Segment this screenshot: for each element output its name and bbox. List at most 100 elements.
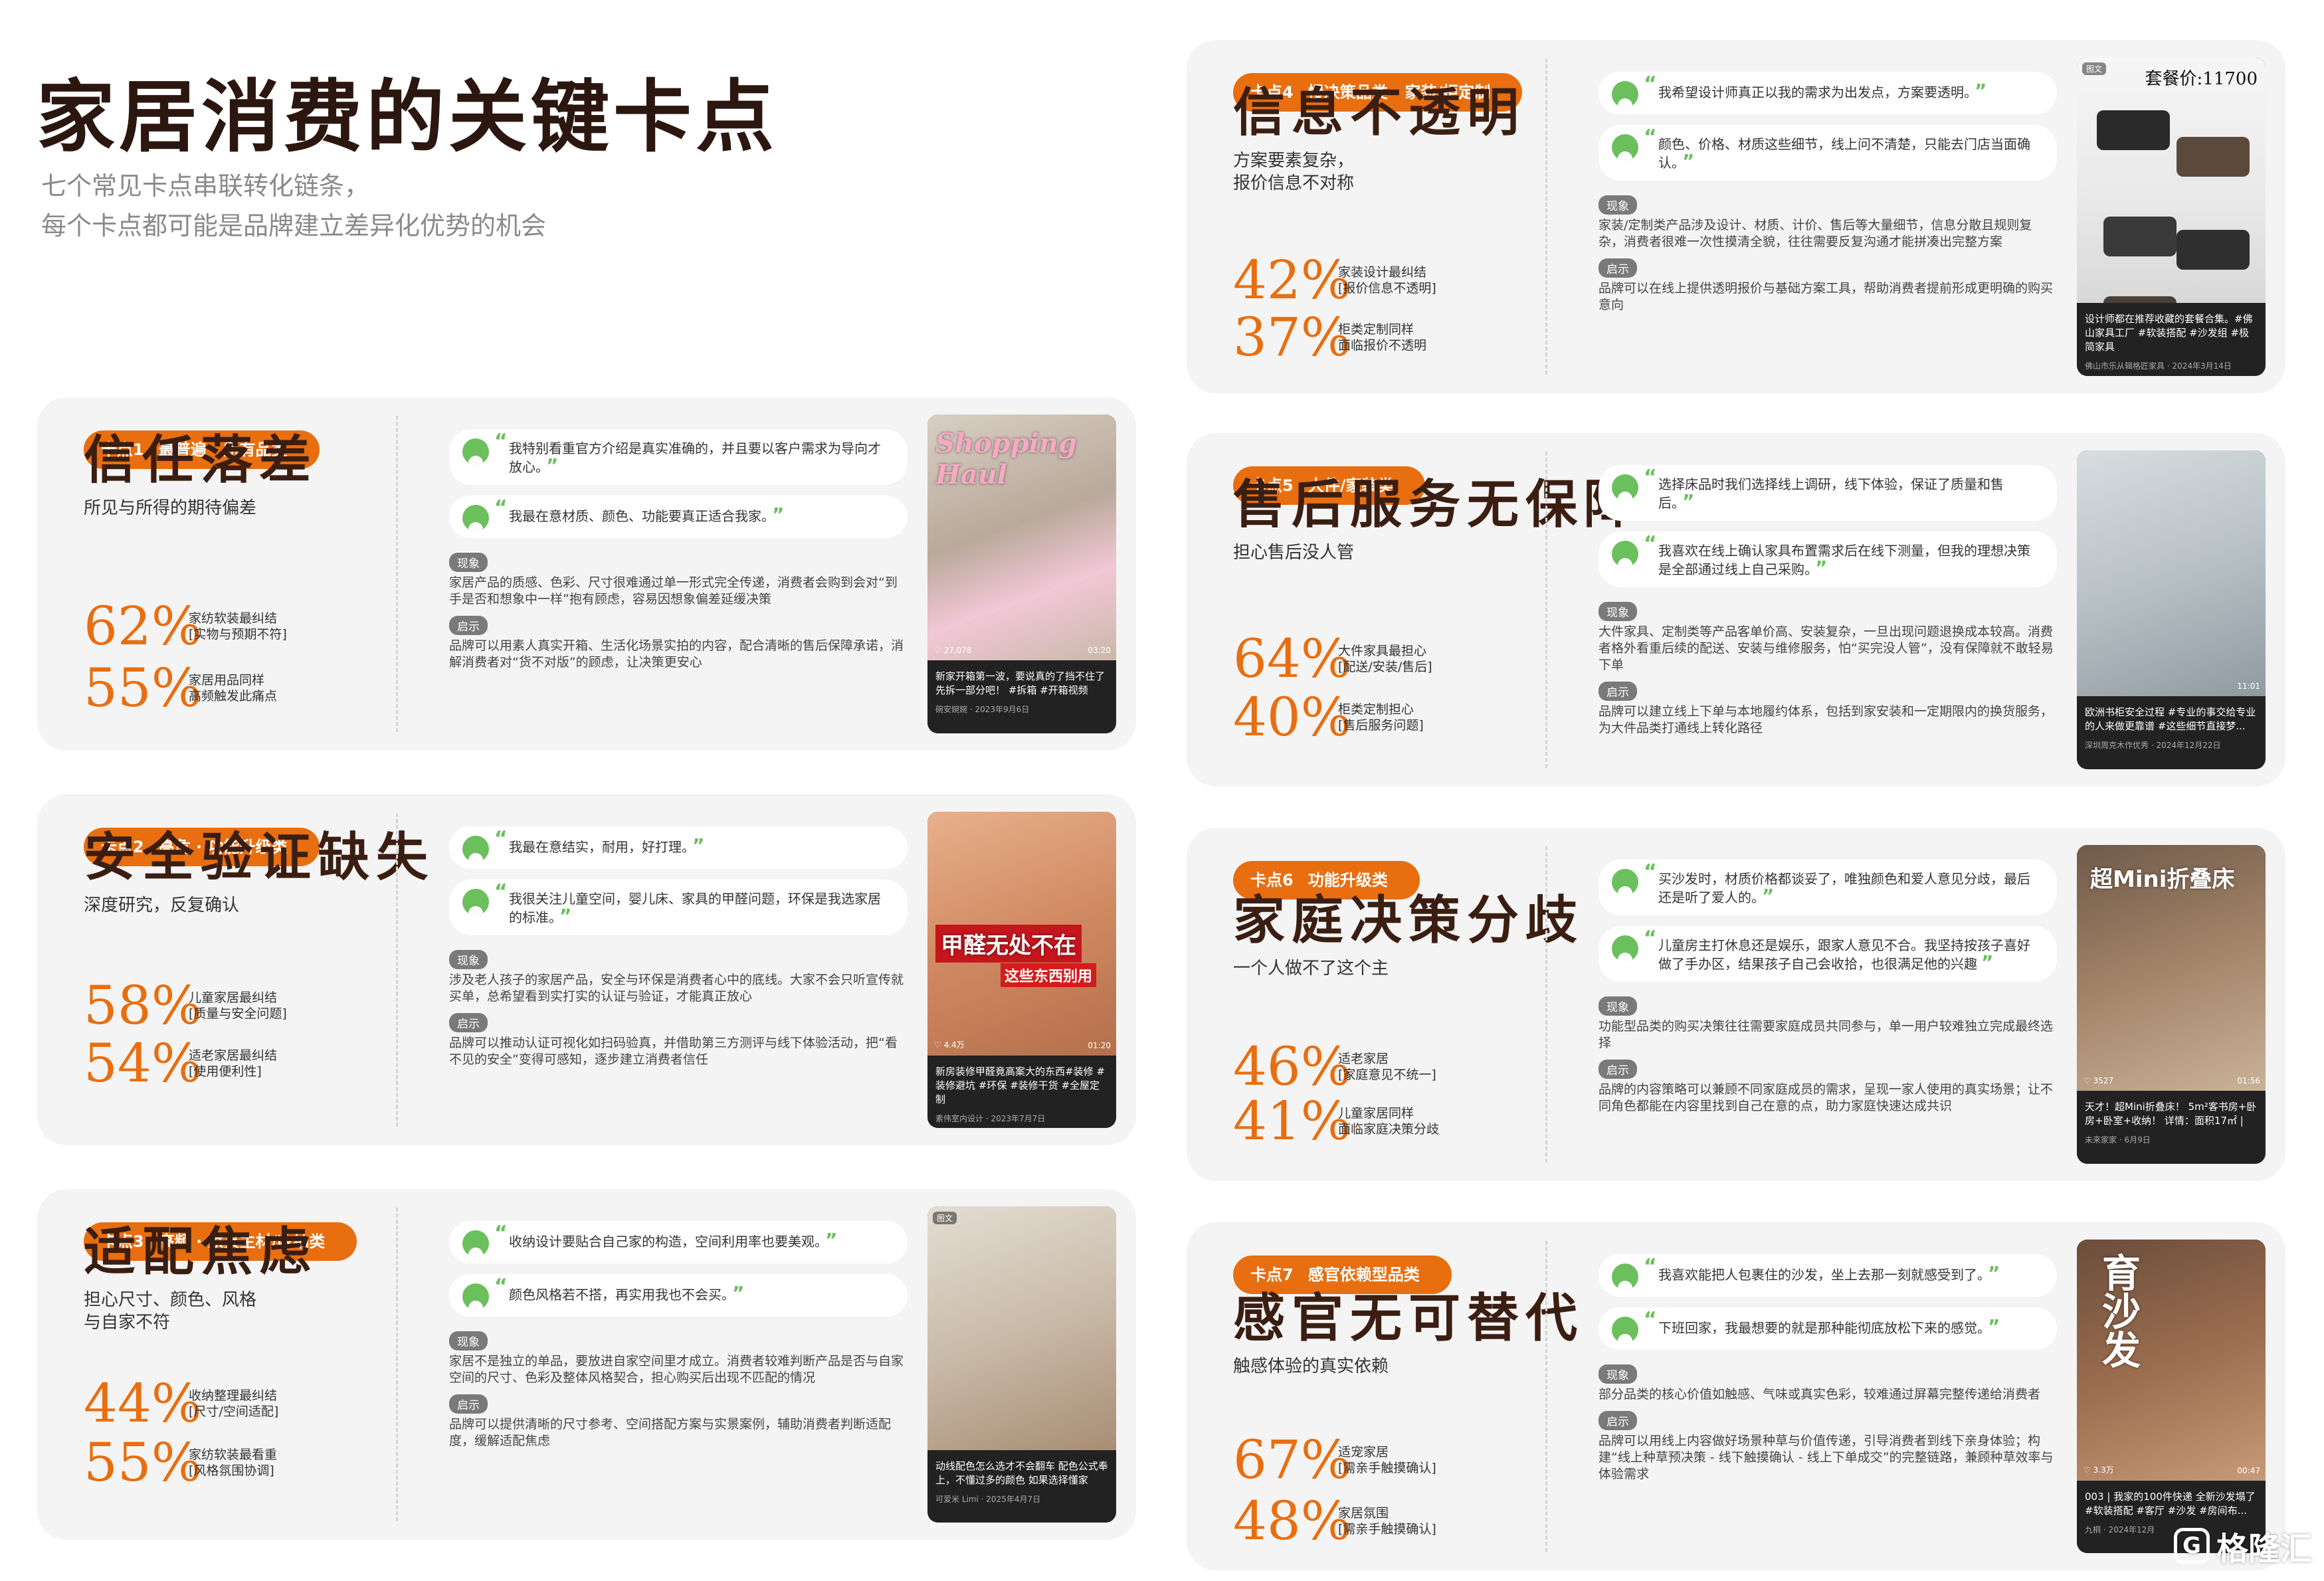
user-quote: “我希望设计师真正以我的需求为出发点，方案要透明。” — [1598, 72, 2057, 114]
insight-label: 启示 — [449, 1394, 488, 1414]
stat-item: 67% 适宠家居 [需亲手触摸确认] — [1233, 1434, 1436, 1487]
stat-percent: 42% — [1233, 249, 1351, 311]
post-thumbnail[interactable]: 图文 动线配色怎么选才不会翻车 配色公式奉上，不懂过多的颜色 如果选择懂家 可爱米 … — [927, 1206, 1116, 1523]
post-duration: 11:01 — [2237, 681, 2260, 691]
open-quote-icon: “ — [1644, 860, 1657, 884]
open-quote-icon: “ — [1644, 1255, 1657, 1278]
stat-percent: 67% — [1233, 1429, 1351, 1491]
quote-text: 我最在意材质、颜色、功能要真正适合我家。 — [509, 508, 768, 524]
post-thumbnail[interactable]: Shopping Haul ♡ 27,078 03:20 新家开箱第一波，要说真的了挡… — [927, 415, 1116, 733]
post-likes-count: 3.3万 — [2093, 1465, 2114, 1475]
card-details: “我喜欢能把人包裹住的沙发，坐上去那一刻就感受到了。” “下班回家，我最想要的就是… — [1598, 1254, 2057, 1487]
phenomenon-label: 现象 — [1598, 195, 1637, 215]
close-quote-icon: ” — [1815, 557, 1828, 579]
open-quote-icon: “ — [1644, 126, 1657, 149]
insight-text: 品牌的内容策略可以兼顾不同家庭成员的需求，呈现一家人使用的真实场景；让不同角色都… — [1598, 1082, 2054, 1113]
stat-description: 儿童家居最纠结 [质量与安全问题] — [189, 990, 287, 1021]
card-summary: 卡点1 最普遍 · 所有品类 信任落差 所见与所得的期待偏差 62% 家纺软装最纠结 [实… — [84, 397, 429, 751]
quote-text: 我希望设计师真正以我的需求为出发点，方案要透明。 — [1658, 84, 1971, 100]
user-avatar-icon — [1612, 935, 1638, 962]
stat-description: 适老家居 [家庭意见不统一] — [1338, 1052, 1436, 1082]
quote-text: 选择床品时我们选择线上调研，线下体验，保证了质量和售后。 — [1658, 476, 2004, 511]
post-thumbnail[interactable]: 超Mini折叠床 ♡ 3527 01:56 天才！超Mini折叠床！ 5m²客书房+卧… — [2077, 845, 2266, 1164]
phenomenon-label: 现象 — [449, 950, 488, 969]
post-thumbnail[interactable]: 育沙发 ♡ 3.3万 00:47 003 | 我家的100件快递 全新沙发塌了 #软装… — [2077, 1240, 2266, 1553]
stat-percent: 62% — [84, 595, 202, 657]
post-likes-count: 4.4万 — [943, 1040, 965, 1050]
stat-percent: 37% — [1233, 306, 1351, 368]
card-details: “买沙发时，材质价格都谈妥了，唯独颜色和爱人意见分歧，最后还是听了爱人的。” “儿… — [1598, 860, 2057, 1119]
phenomenon-text: 家居产品的质感、色彩、尺寸很难通过单一形式完全传递，消费者会购到会对“到手是否和… — [449, 575, 898, 606]
post-overlay-text: Shopping Haul — [935, 428, 1077, 490]
user-quote: “我最在意结实，耐用，好打理。” — [449, 826, 908, 869]
card-title: 信息不透明 — [1233, 82, 1526, 143]
card-subtitle: 方案要素复杂， 报价信息不对称 — [1233, 151, 1355, 193]
post-caption-area: 天才！超Mini折叠床！ 5m²客书房+卧房+卧室+收纳！ 详情：面积17㎡ |… — [2077, 1090, 2266, 1164]
post-meta: 未来家家 · 6月9日 — [2085, 1135, 2151, 1145]
stat-description: 柜类定制担心 [售后服务问题] — [1338, 702, 1424, 733]
card-subtitle: 一个人做不了这个主 — [1233, 959, 1389, 978]
post-caption: 欧洲书柜安全过程 #专业的事交给专业的人来做更靠谱 #这些细节直接梦... — [2085, 705, 2256, 732]
post-caption-area: 新房装修甲醛竟高案大的东西#装修 #装修避坑 #环保 #装修干货 #全屋定制 素伟… — [927, 1055, 1116, 1128]
insight-label: 启示 — [449, 1013, 488, 1032]
post-caption: 新家开箱第一波，要说真的了挡不住了先拆一部分吧！ #拆箱 #开箱视频 — [935, 670, 1106, 696]
post-caption-area: 欧洲书柜安全过程 #专业的事交给专业的人来做更靠谱 #这些细节直接梦... 深圳周… — [2077, 696, 2266, 769]
insight-label: 启示 — [1598, 258, 1637, 278]
user-avatar-icon — [1612, 1317, 1638, 1343]
user-avatar-icon — [1612, 869, 1638, 895]
user-quote: “我喜欢在线上确认家具布置需求后在线下测量，但我的理想决策是全部通过线上自己采购… — [1598, 531, 2057, 587]
stat-description: 适老家居最纠结 [使用便利性] — [189, 1048, 278, 1079]
close-quote-icon: ” — [559, 905, 572, 927]
open-quote-icon: “ — [494, 827, 508, 850]
post-caption: 003 | 我家的100件快递 全新沙发塌了 #软装搭配 #客厅 #沙发 #房间… — [2085, 1491, 2256, 1517]
user-quote: “选择床品时我们选择线上调研，线下体验，保证了质量和售后。” — [1598, 465, 2057, 521]
page-subtitle: 七个常见卡点串联转化链条， 每个卡点都可能是品牌建立差异化优势的机会 — [41, 166, 546, 246]
close-quote-icon: ” — [1682, 490, 1695, 512]
post-duration: 00:47 — [2237, 1466, 2260, 1476]
stat-description: 儿童家居同样 面临家庭决策分歧 — [1338, 1106, 1440, 1137]
phenomenon-text: 部分品类的核心价值如触感、气味或真实色彩，较难通过屏幕完整传递给消费者 — [1598, 1387, 2041, 1402]
user-quote: “儿童房主打休息还是娱乐，跟家人意见不合。我坚持按孩子喜好做了手办区，结果孩子自… — [1598, 926, 2057, 982]
user-avatar-icon — [1612, 474, 1638, 501]
user-quote: “买沙发时，材质价格都谈妥了，唯独颜色和爱人意见分歧，最后还是听了爱人的。” — [1598, 860, 2057, 915]
open-quote-icon: “ — [494, 880, 508, 903]
stat-item: 64% 大件家具最担心 [配送/安装/售后] — [1233, 632, 1432, 686]
post-image: 图文 — [927, 1206, 1116, 1450]
post-meta: 佛山市乐从辑格匠家具 · 2024年3月14日 — [2085, 361, 2232, 371]
close-quote-icon: ” — [1975, 80, 1987, 102]
stat-description: 收纳整理最纠结 [尺寸/空间适配] — [189, 1388, 279, 1419]
stat-item: 37% 柜类定制同样 面临报价不透明 — [1233, 311, 1426, 364]
post-thumbnail[interactable]: 11:01 欧洲书柜安全过程 #专业的事交给专业的人来做更靠谱 #这些细节直接梦.… — [2077, 450, 2266, 769]
phenomenon-label: 现象 — [1598, 1364, 1637, 1384]
post-thumbnail[interactable]: 甲醛无处不在 这些东西别用 ♡ 4.4万 01:20 新房装修甲醛竟高案大的东西#装修 … — [927, 812, 1116, 1128]
insight-text: 品牌可以用线上内容做好场景种草与价值传递，引导消费者到线下亲身体验；构建“线上种… — [1598, 1434, 2054, 1481]
post-overlay-text-2: 这些东西别用 — [1001, 963, 1097, 987]
quote-text: 下班回家，我最想要的就是那种能彻底放松下来的感觉。 — [1658, 1320, 1984, 1336]
post-image: 超Mini折叠床 ♡ 3527 01:56 — [2077, 845, 2266, 1091]
card-7: 卡点7 感官依赖型品类 感官无可替代 触感体验的真实依赖 67% 适宠家居 [需亲手触摸确… — [1187, 1222, 2285, 1570]
quote-text: 儿童房主打休息还是娱乐，跟家人意见不合。我坚持按孩子喜好做了手办区，结果孩子自己… — [1658, 937, 2030, 972]
stat-item: 44% 收纳整理最纠结 [尺寸/空间适配] — [84, 1377, 278, 1430]
card-subtitle: 触感体验的真实依赖 — [1233, 1356, 1389, 1376]
insight-label: 启示 — [1598, 682, 1637, 701]
post-type-badge: 图文 — [2082, 62, 2107, 75]
subtitle-line-2: 每个卡点都可能是品牌建立差异化优势的机会 — [41, 211, 547, 240]
furniture-image — [2177, 137, 2250, 177]
stat-item: 46% 适老家居 [家庭意见不统一] — [1233, 1040, 1436, 1093]
card-details: “选择床品时我们选择线上调研，线下体验，保证了质量和售后。” “我喜欢在线上确认家… — [1598, 465, 2057, 741]
user-avatar-icon — [1612, 81, 1638, 108]
post-type-badge: 图文 — [933, 1212, 957, 1224]
furniture-image — [2097, 110, 2170, 150]
dashed-divider — [1545, 846, 1547, 1162]
post-overlay-text: 甲醛无处不在 — [935, 925, 1082, 963]
heart-icon: ♡ — [2083, 1075, 2093, 1085]
card-details: “我希望设计师真正以我的需求为出发点，方案要透明。” “颜色、价格、材质这些细节，… — [1598, 72, 2057, 318]
post-thumbnail[interactable]: 套餐价:11700 图文 设计师都在推荐收藏的套餐合集。#佛山家具工厂 #软装搭配 … — [2077, 57, 2266, 376]
card-title: 安全验证缺失 — [84, 827, 435, 887]
phenomenon-text: 涉及老人孩子的家居产品，安全与环保是消费者心中的底线。大家不会只听宣传就买单，总… — [449, 973, 904, 1004]
card-summary: 卡点3 高频 · 家具主材/收纳类 适配焦虑 担心尺寸、颜色、风格 与自家不符 44% 收… — [84, 1189, 429, 1540]
card-title: 信任落差 — [84, 430, 318, 490]
close-quote-icon: ” — [825, 1229, 838, 1251]
stat-percent: 44% — [84, 1372, 202, 1434]
dashed-divider — [1545, 58, 1547, 375]
